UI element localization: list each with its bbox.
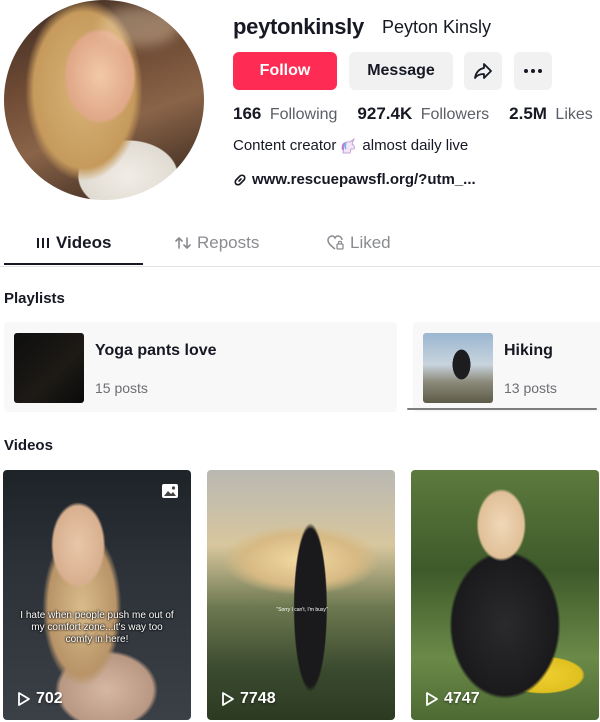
playlist-card[interactable]: Yoga pants love 15 posts <box>4 322 397 412</box>
playlist-post-count: 13 posts <box>504 380 557 396</box>
followers-label: Followers <box>420 106 490 123</box>
unicorn-emoji-icon <box>342 137 356 153</box>
playlist-post-count: 15 posts <box>95 380 148 396</box>
bio-text-start: Content creator <box>233 137 337 154</box>
playlist-name: Yoga pants love <box>95 342 217 359</box>
followers-stat[interactable]: 927.4K Followers <box>357 104 489 124</box>
followers-count: 927.4K <box>357 104 413 123</box>
message-button[interactable]: Message <box>349 52 453 90</box>
video-view-count: 7748 <box>221 690 276 708</box>
username: peytonkinsly <box>233 14 364 39</box>
more-dots-icon <box>524 69 542 73</box>
view-count-text: 4747 <box>444 690 480 707</box>
share-icon <box>474 63 492 79</box>
video-thumbnail[interactable]: 4747 <box>411 470 599 720</box>
share-button[interactable] <box>464 52 502 90</box>
video-view-count: 4747 <box>425 690 480 708</box>
video-thumbnail[interactable]: I hate when people push me out of my com… <box>3 470 191 720</box>
more-options-button[interactable] <box>514 52 552 90</box>
playlist-thumbnail <box>14 333 84 403</box>
likes-label: Likes <box>555 106 593 123</box>
view-count-text: 702 <box>36 690 63 707</box>
following-count: 166 <box>233 104 262 123</box>
playlist-card[interactable]: Hiking 13 posts <box>413 322 600 412</box>
video-view-count: 702 <box>17 690 63 708</box>
video-thumbnail[interactable]: "Sorry I can't, I'm busy" 7748 <box>207 470 395 720</box>
likes-count: 2.5M <box>509 104 547 123</box>
video-caption: "Sorry I can't, I'm busy" <box>276 607 328 613</box>
profile-link-text: www.rescuepawsfl.org/?utm_... <box>252 171 476 188</box>
grid-icon <box>37 238 49 248</box>
video-caption: I hate when people push me out of my com… <box>20 610 174 645</box>
repost-icon <box>175 237 191 249</box>
photo-mode-icon <box>162 484 178 498</box>
follow-button[interactable]: Follow <box>233 52 337 90</box>
videos-heading: Videos <box>4 437 53 454</box>
avatar-light <box>100 6 180 46</box>
tab-liked[interactable]: Liked <box>327 233 391 253</box>
playlist-thumbnail <box>423 333 493 403</box>
view-count-text: 7748 <box>240 690 276 707</box>
play-icon <box>222 692 234 706</box>
playlists-scrollbar[interactable] <box>407 408 597 410</box>
playlists-heading: Playlists <box>4 290 65 307</box>
following-stat[interactable]: 166 Following <box>233 104 337 124</box>
link-icon <box>234 173 246 186</box>
profile-tabs: Videos Reposts Liked <box>0 226 600 267</box>
likes-stat: 2.5M Likes <box>509 104 593 124</box>
bio-text-end: almost daily live <box>362 137 469 154</box>
play-icon <box>426 692 438 706</box>
profile-avatar[interactable] <box>4 0 204 200</box>
play-icon <box>18 692 30 706</box>
active-tab-indicator <box>4 263 143 265</box>
display-name: Peyton Kinsly <box>382 17 492 37</box>
profile-link[interactable]: www.rescuepawsfl.org/?utm_... <box>233 171 476 188</box>
following-label: Following <box>269 106 338 123</box>
profile-stats: 166 Following 927.4K Followers 2.5M Like… <box>233 104 600 124</box>
profile-bio: Content creator almost daily live <box>233 137 468 154</box>
heart-lock-icon <box>327 235 344 250</box>
playlist-name: Hiking <box>504 342 553 359</box>
tab-liked-label: Liked <box>350 233 391 252</box>
tab-reposts[interactable]: Reposts <box>175 233 259 253</box>
tab-videos[interactable]: Videos <box>36 233 111 253</box>
tab-reposts-label: Reposts <box>197 233 260 252</box>
tab-videos-label: Videos <box>56 233 112 252</box>
